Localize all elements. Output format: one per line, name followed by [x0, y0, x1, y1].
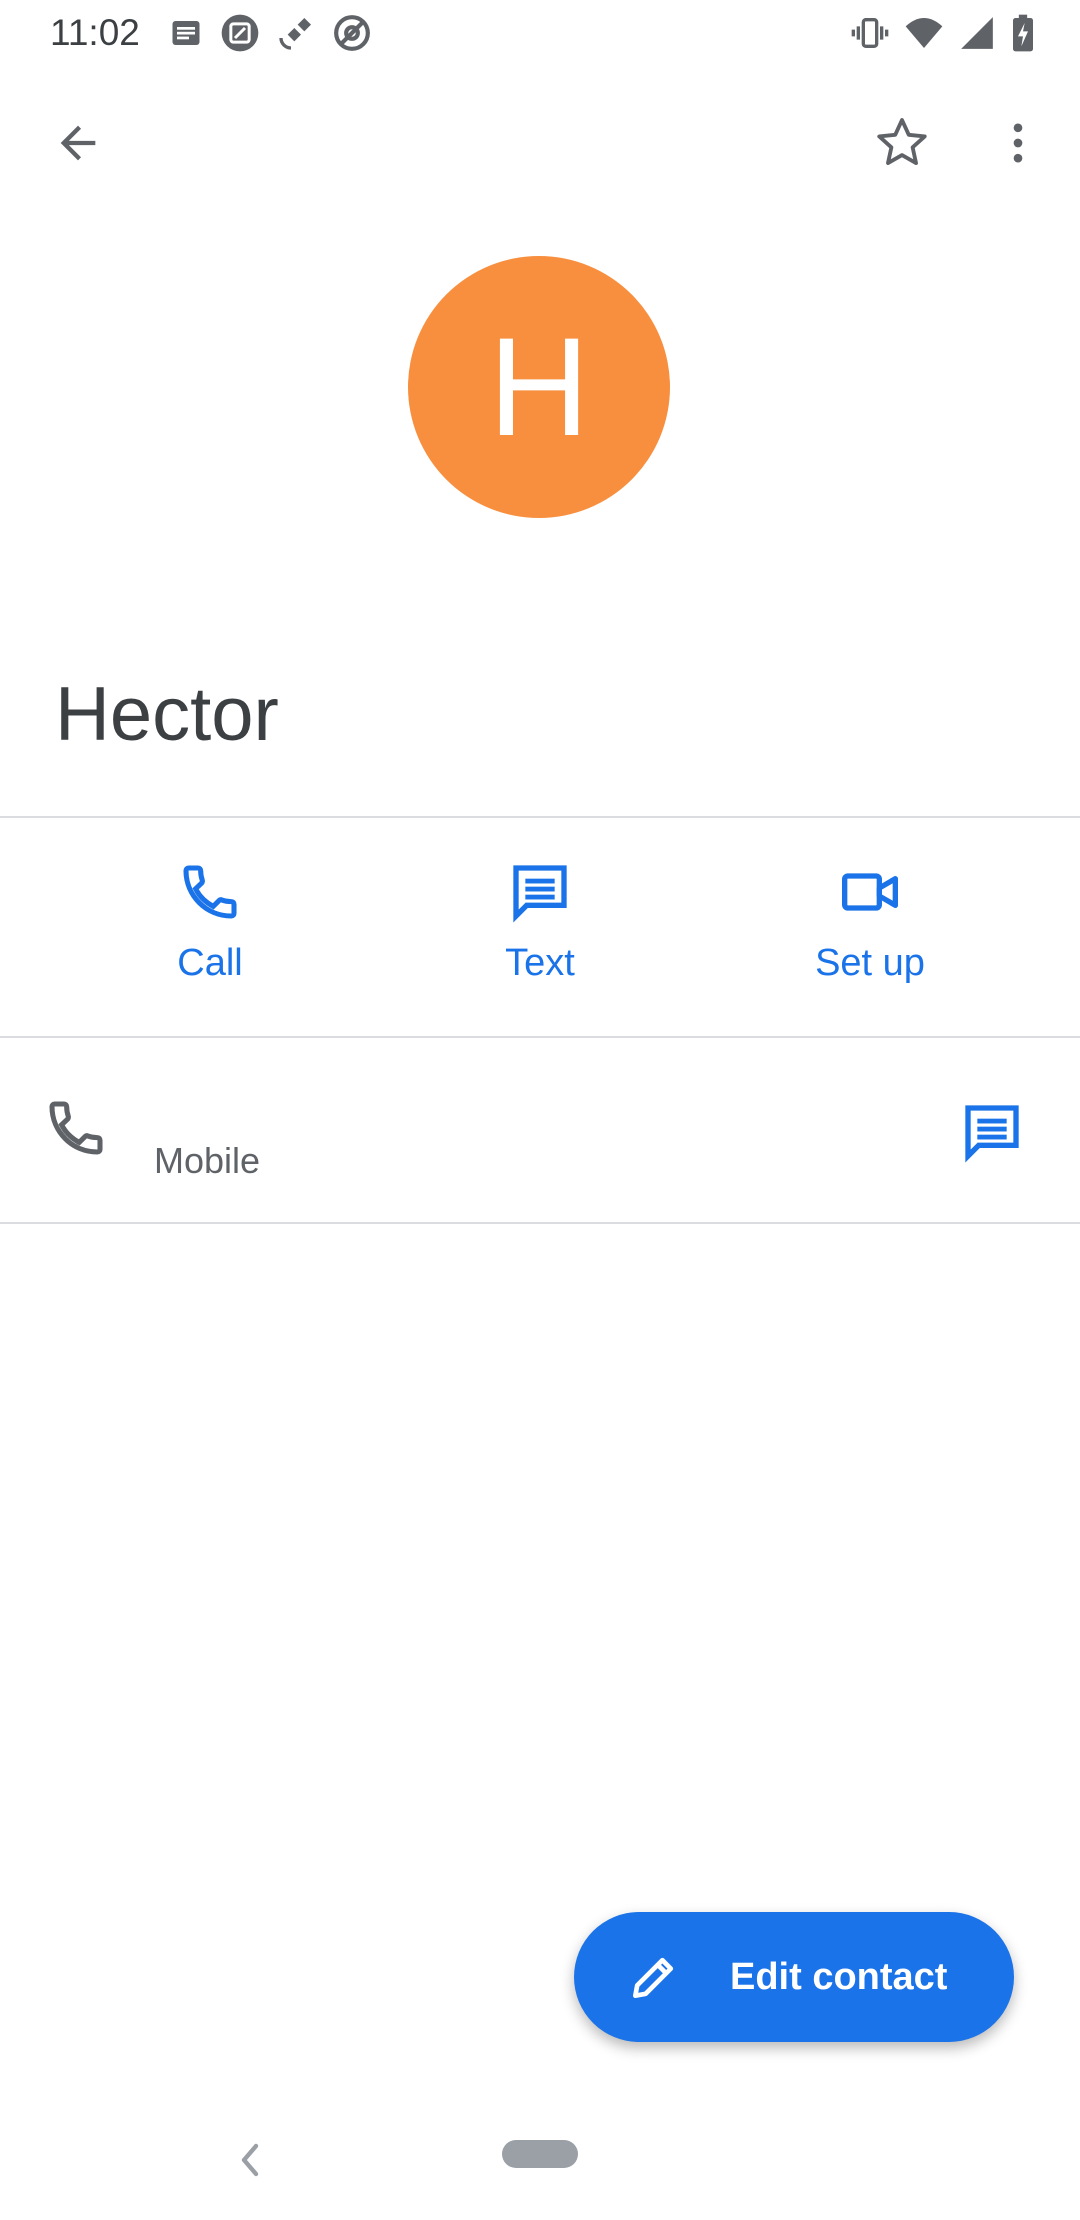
arrow-back-icon — [60, 125, 96, 161]
favorite-button[interactable] — [860, 101, 944, 185]
divider-top — [0, 816, 1080, 818]
call-action-label: Call — [177, 942, 243, 984]
screenshot-icon — [221, 14, 259, 52]
contact-avatar: H — [408, 256, 670, 518]
text-action-button[interactable]: Text — [430, 860, 650, 1000]
nav-back-button[interactable] — [220, 2130, 280, 2190]
text-action-label: Text — [505, 942, 575, 984]
satellite-icon — [279, 18, 311, 50]
phone-row-icon-wrap — [44, 1096, 108, 1165]
star-outline-icon — [877, 118, 927, 165]
status-bar: 11:02 — [0, 0, 1080, 66]
wifi-icon — [905, 18, 943, 48]
avatar-initial: H — [488, 308, 590, 465]
contact-name: Hector — [55, 672, 279, 757]
phone-icon — [49, 1101, 103, 1155]
message-icon — [172, 21, 200, 45]
nav-home-pill[interactable] — [502, 2140, 578, 2168]
send-message-button[interactable] — [956, 1096, 1028, 1168]
edit-contact-label: Edit contact — [730, 1955, 948, 1998]
battery-charging-icon — [1013, 14, 1033, 52]
chevron-left-icon — [241, 2143, 259, 2177]
at-sign-icon — [334, 15, 370, 51]
status-system-icons — [850, 12, 1036, 54]
status-time: 11:02 — [50, 12, 140, 53]
vibrate-icon — [851, 18, 889, 48]
setup-video-action-label: Set up — [815, 942, 925, 984]
phone-icon — [183, 865, 237, 919]
call-action-button[interactable]: Call — [100, 860, 320, 1000]
pencil-icon — [633, 1957, 674, 1998]
phone-number-row[interactable] — [0, 1040, 1080, 1222]
phone-type-label: Mobile — [154, 1140, 261, 1181]
divider-bottom — [0, 1222, 1080, 1224]
status-notification-icons — [168, 12, 372, 54]
message-icon — [965, 1105, 1019, 1163]
message-icon — [513, 865, 567, 923]
back-button[interactable] — [36, 101, 120, 185]
more-options-button[interactable] — [976, 101, 1060, 185]
edit-contact-button[interactable]: Edit contact — [574, 1912, 1014, 2042]
video-call-icon — [842, 873, 898, 911]
divider-middle — [0, 1036, 1080, 1038]
setup-video-action-button[interactable]: Set up — [760, 860, 980, 1000]
more-vert-icon — [1013, 123, 1023, 163]
cell-signal-icon — [961, 17, 993, 49]
